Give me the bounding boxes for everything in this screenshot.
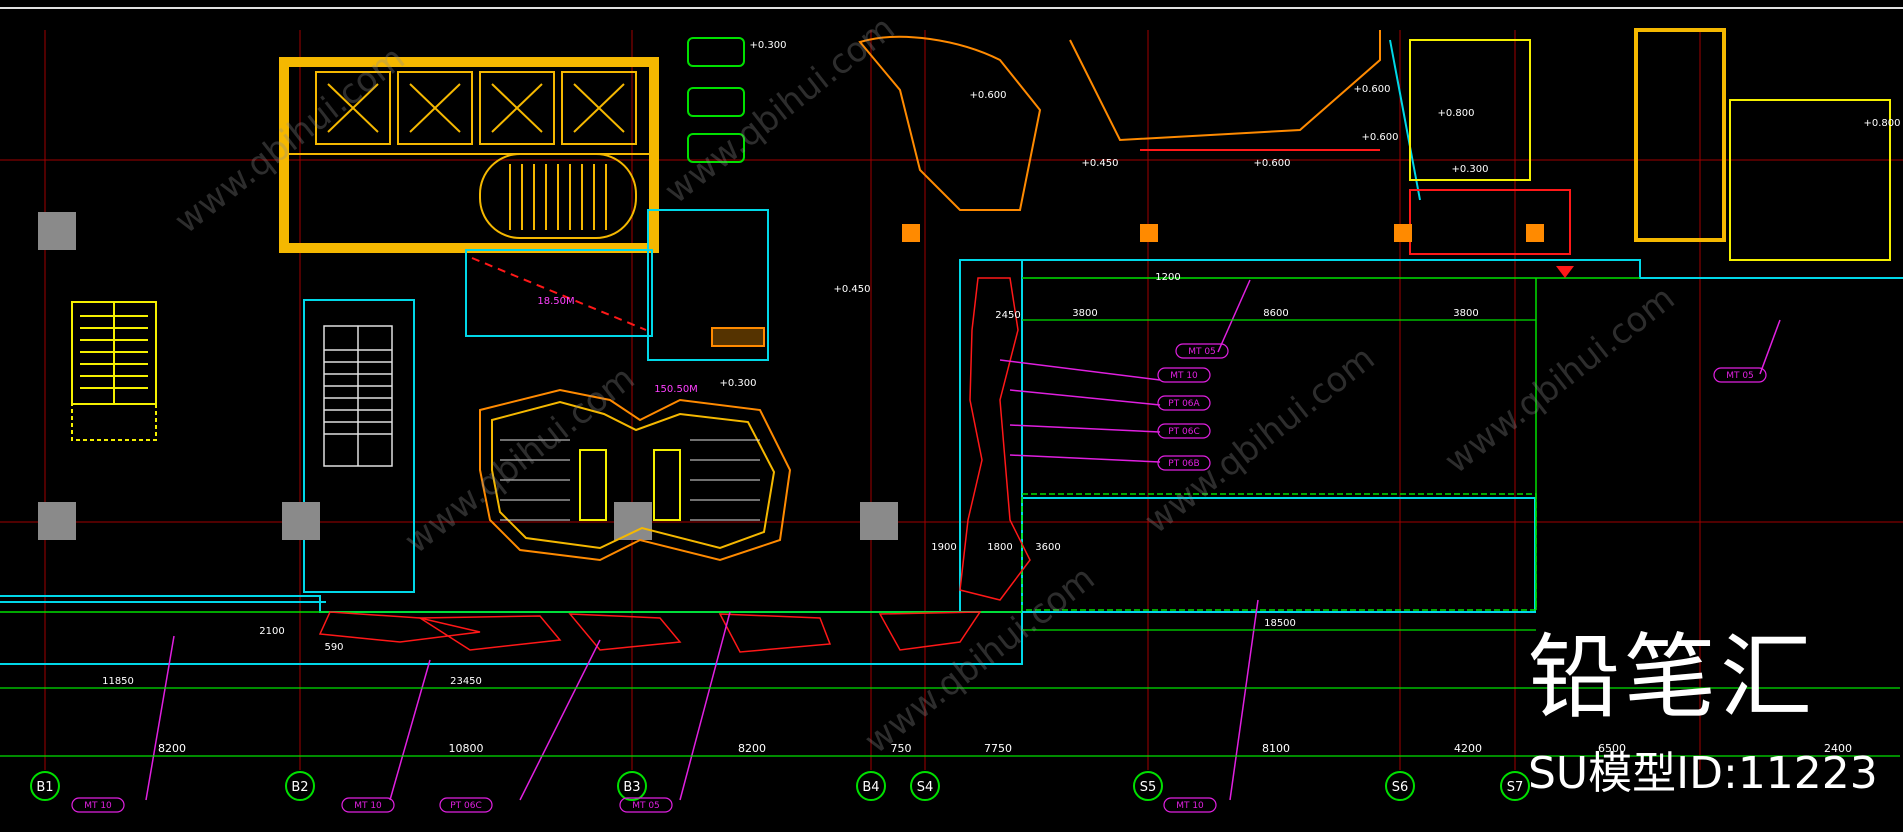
left-stair: [71, 301, 157, 441]
elevation-mark: +0.300: [1451, 164, 1488, 175]
overall-dimension: 2450: [995, 310, 1020, 321]
overall-dimension: 3600: [1035, 542, 1060, 553]
elevation-mark: +0.300: [749, 40, 786, 51]
axis-label: S7: [1507, 780, 1524, 795]
stair-2: [303, 299, 415, 593]
span-dimension: 8200: [158, 742, 186, 755]
red-entry-marker: [1556, 266, 1574, 278]
axis-label: B1: [36, 780, 53, 795]
material-tag-label: MT 10: [354, 801, 382, 811]
span-dimension: 4200: [1454, 742, 1482, 755]
material-tag-label: PT 06C: [450, 801, 482, 811]
span-dimension: 8100: [1262, 742, 1290, 755]
orange-markers: [902, 224, 1544, 242]
elevation-mark: +0.800: [1437, 108, 1474, 119]
overall-dimension: 18500: [1264, 618, 1296, 629]
axis-label: S6: [1392, 780, 1409, 795]
overall-dimension: 1200: [1155, 272, 1180, 283]
elevation-mark: +0.600: [969, 90, 1006, 101]
material-tag-label: MT 05: [632, 801, 660, 811]
axis-label: S4: [917, 780, 934, 795]
overall-dimension: 8600: [1263, 308, 1288, 319]
elevation-mark: +0.600: [1253, 158, 1290, 169]
material-tag-label: MT 05: [1726, 371, 1754, 381]
axis-bubbles: B1 B2 B3 B4 S4 S5 S6 S7: [30, 771, 1530, 801]
elevation-mark: +0.450: [833, 284, 870, 295]
span-dimension: 8200: [738, 742, 766, 755]
planting-strip: [318, 277, 1031, 653]
span-dimension: 10800: [449, 742, 484, 755]
room-area-label: 150.50M: [654, 384, 698, 395]
overall-dimension: 2100: [259, 626, 284, 637]
material-tag-label: MT 10: [1176, 801, 1204, 811]
material-tag-label: MT 10: [1170, 371, 1198, 381]
axis-label: B2: [291, 780, 308, 795]
overall-dimension: 11850: [102, 676, 134, 687]
material-tag-label: PT 06A: [1168, 399, 1200, 409]
room-area-label: 18.50M: [537, 296, 574, 307]
overall-dimension: 23450: [450, 676, 482, 687]
elevation-mark: +0.300: [719, 378, 756, 389]
green-edge-lines: [0, 277, 1640, 613]
axis-label: B3: [623, 780, 640, 795]
axis-label: S5: [1140, 780, 1157, 795]
elevation-mark: +0.600: [1353, 84, 1390, 95]
material-tag-label: PT 06C: [1168, 427, 1200, 437]
axis-label: B4: [862, 780, 879, 795]
elevation-mark: +0.450: [1081, 158, 1118, 169]
overall-dimension: 1900: [931, 542, 956, 553]
material-tag-label: MT 05: [1188, 347, 1216, 357]
material-tag-label: MT 10: [84, 801, 112, 811]
watermark-model-id: SU模型ID:11223: [1528, 748, 1878, 799]
elevation-mark: +0.800: [1863, 118, 1900, 129]
watermark-brand: 铅笔汇: [1528, 624, 1817, 731]
overall-dimension: 3800: [1453, 308, 1478, 319]
span-dimension: 7750: [984, 742, 1012, 755]
overall-dimension: 1800: [987, 542, 1012, 553]
overall-dimension: 590: [324, 642, 343, 653]
elevation-mark: +0.600: [1361, 132, 1398, 143]
overall-dimension: 3800: [1072, 308, 1097, 319]
